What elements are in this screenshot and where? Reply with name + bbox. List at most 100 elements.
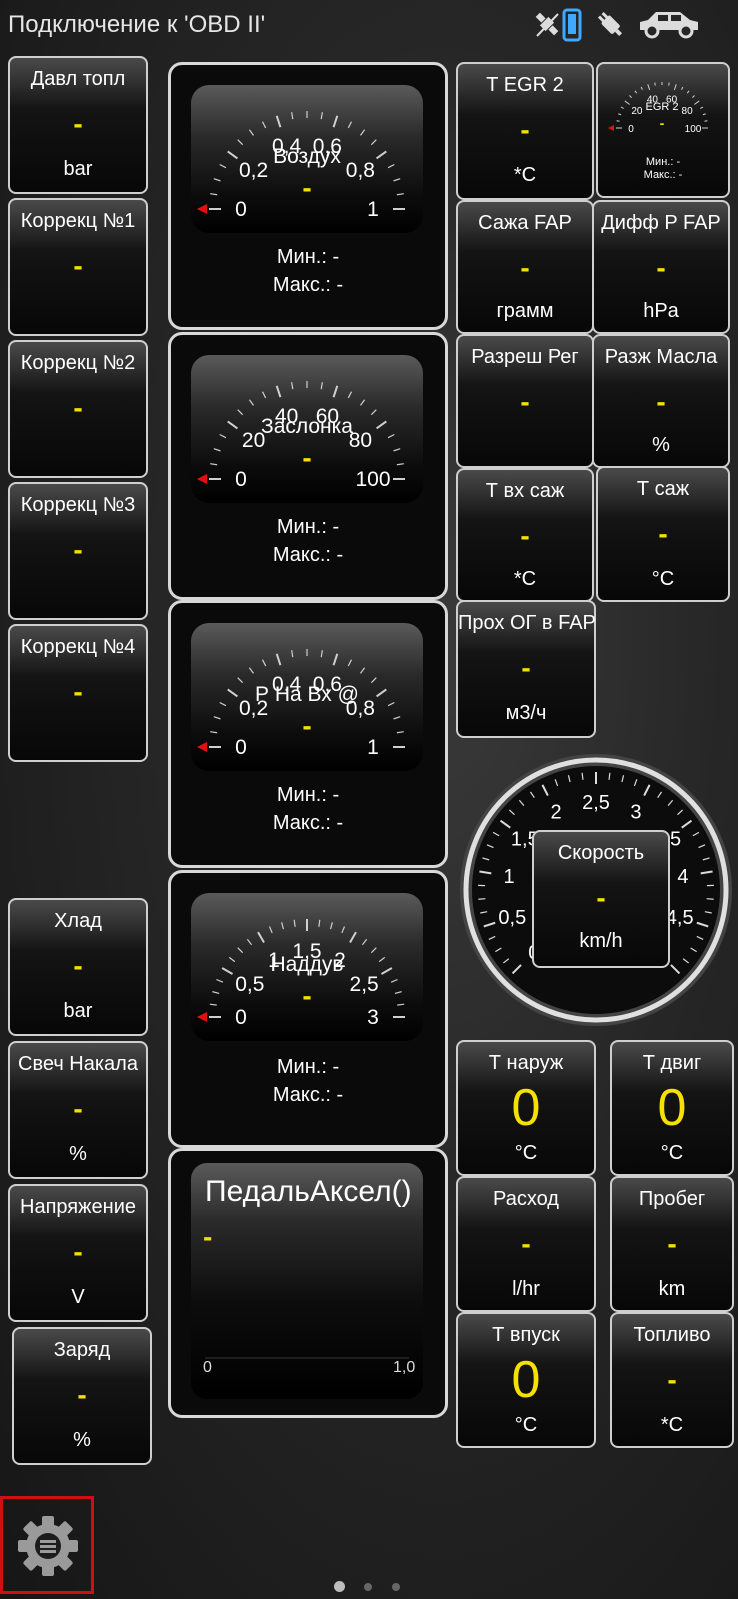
tile-unit: hPa bbox=[643, 300, 679, 322]
speed-dial-tick-label: 1 bbox=[504, 866, 515, 888]
tile-oil-dilution[interactable]: Разж Масла - % bbox=[592, 334, 730, 468]
gauge-throttle[interactable]: 0 20 40 60 80 100 Заслонка - Мин.: - Макс.: - bbox=[168, 332, 448, 600]
tile-soot-inlet-temp[interactable]: Т вх саж - *C bbox=[456, 468, 594, 602]
tile-value: - bbox=[658, 518, 668, 549]
tile-correction-1[interactable]: Коррекц №1 - bbox=[8, 198, 148, 336]
tile-value: - bbox=[521, 1228, 531, 1259]
tile-fuel[interactable]: Топливо - *C bbox=[610, 1312, 734, 1448]
pedal-bar-gauge[interactable]: ПедальАксел() - 0 1,0 bbox=[168, 1148, 448, 1418]
gauge-major-tick bbox=[275, 385, 282, 398]
gauge-major-tick bbox=[227, 150, 239, 160]
page-indicator-dot[interactable] bbox=[364, 1583, 372, 1591]
gauge-tick-label: 1 bbox=[367, 198, 379, 221]
tile-unit: *C bbox=[513, 164, 537, 186]
tile-glow-plugs[interactable]: Свеч Накала - % bbox=[8, 1041, 148, 1179]
tile-label: Разреш Рег bbox=[471, 346, 579, 368]
gauge-minor-tick bbox=[219, 433, 227, 439]
tile-soot-fap[interactable]: Сажа FAP - грамм bbox=[456, 200, 594, 334]
mini-gauge-egr2[interactable]: 0 20 40 60 80 100 EGR 2- Мин.: - Макс.: - bbox=[596, 62, 730, 198]
tile-label: Т наруж bbox=[488, 1052, 564, 1074]
gauge-minor-tick bbox=[293, 919, 296, 927]
mini-gauge-tick bbox=[681, 86, 684, 90]
gauge-minor-tick bbox=[212, 991, 220, 995]
mini-gauge-max: Макс.: - bbox=[643, 169, 683, 181]
speed-dial-tick-label: 4 bbox=[677, 866, 688, 888]
tile-label: Напряжение bbox=[20, 1196, 136, 1218]
gauge-tick-label: 0 bbox=[235, 468, 247, 491]
tile-label: Т двиг bbox=[642, 1052, 702, 1074]
car-icon bbox=[640, 12, 698, 39]
tile-unit: °C bbox=[660, 1142, 684, 1164]
mini-gauge-tick bbox=[620, 106, 624, 109]
tile-label: Пробег bbox=[638, 1188, 706, 1210]
tile-diff-pressure-fap[interactable]: Дифф P FAP - hPa bbox=[592, 200, 730, 334]
gauge-tick-label: 0,8 bbox=[346, 159, 375, 182]
tile-label: Хлад bbox=[54, 910, 102, 932]
tile-egr2-temp[interactable]: T EGR 2 - *C bbox=[456, 62, 594, 200]
tile-value: - bbox=[73, 1236, 83, 1267]
gauge-minor-tick bbox=[261, 121, 267, 129]
tile-soot-temp[interactable]: Т саж - °C bbox=[596, 466, 730, 602]
gauge-minor-tick bbox=[396, 463, 404, 466]
gauge-air[interactable]: 0 0,2 0,4 0,6 0,8 1 Воздух - Мин.: - Макс.: - bbox=[168, 62, 448, 330]
tile-engine-temp[interactable]: Т двиг 0 °C bbox=[610, 1040, 734, 1176]
tile-charge[interactable]: Заряд - % bbox=[12, 1327, 152, 1465]
tile-intake-temp[interactable]: Т впуск 0 °C bbox=[456, 1312, 596, 1448]
page-indicator-dot-active[interactable] bbox=[334, 1581, 345, 1592]
tile-correction-3[interactable]: Коррекц №3 - bbox=[8, 482, 148, 620]
tile-unit: bar bbox=[63, 158, 93, 180]
gauge-boost[interactable]: 0 0,5 1 1,5 2 2,5 3 Наддув - Мин.: - Макс.: - bbox=[168, 870, 448, 1148]
gauge-title: Р На Вх @ bbox=[255, 683, 359, 706]
gauge-major-tick bbox=[380, 967, 393, 975]
phone-icon bbox=[562, 8, 582, 42]
gauge-major-tick bbox=[275, 653, 282, 666]
mini-gauge-tick bbox=[702, 113, 706, 116]
speed-gauge[interactable]: 00,511,522,533,544,55 Скорость - km/h bbox=[456, 750, 736, 1030]
tile-mileage[interactable]: Пробег - km bbox=[610, 1176, 734, 1312]
tile-fuel-pressure[interactable]: Давл топл - bar bbox=[8, 56, 148, 194]
mini-gauge-tick bbox=[694, 100, 700, 105]
tile-voltage[interactable]: Напряжение - V bbox=[8, 1184, 148, 1322]
tile-exhaust-flow-fap[interactable]: Прох ОГ в FAP - м3/ч bbox=[456, 600, 596, 738]
tile-label: Расход bbox=[493, 1188, 559, 1210]
settings-button[interactable] bbox=[0, 1496, 94, 1594]
tile-unit: l/hr bbox=[512, 1278, 540, 1300]
tile-unit: bar bbox=[63, 1000, 93, 1022]
mini-gauge-tick bbox=[640, 86, 643, 90]
tile-outside-temp[interactable]: Т наруж 0 °C bbox=[456, 1040, 596, 1176]
tile-coolant[interactable]: Хлад - bar bbox=[8, 898, 148, 1036]
gauge-minor-tick bbox=[216, 978, 224, 983]
tile-correction-4[interactable]: Коррекц №4 - bbox=[8, 624, 148, 762]
gauge-minor-tick bbox=[261, 659, 267, 667]
status-bar: Подключение к 'OBD II' bbox=[0, 0, 738, 50]
tile-consumption[interactable]: Расход - l/hr bbox=[456, 1176, 596, 1312]
mini-gauge-tick bbox=[624, 100, 630, 105]
gauge-intake-pressure[interactable]: 0 0,2 0,4 0,6 0,8 1 Р На Вх @ - Мин.: - Макс.: … bbox=[168, 600, 448, 868]
gauge-value: - bbox=[302, 442, 311, 473]
gauge-minor-tick bbox=[219, 701, 227, 707]
tile-value: - bbox=[73, 676, 83, 707]
page-indicator-dot[interactable] bbox=[392, 1583, 400, 1591]
gauge-minor-tick bbox=[237, 139, 244, 146]
tile-label: Коррекц №1 bbox=[20, 210, 136, 232]
tile-unit: *C bbox=[513, 568, 537, 590]
gauge-min-label: Мин.: - bbox=[276, 784, 340, 806]
tile-regen-allowed[interactable]: Разреш Рег - bbox=[456, 334, 594, 468]
tile-label: Заряд bbox=[53, 1339, 111, 1361]
gauge-minor-tick bbox=[360, 667, 366, 674]
gauge-minor-tick bbox=[320, 112, 323, 120]
gauge-major-tick bbox=[332, 115, 339, 128]
gauge-minor-tick bbox=[248, 667, 254, 674]
speed-dial-tick bbox=[608, 772, 611, 780]
gauge-minor-tick bbox=[329, 922, 333, 930]
tile-unit: % bbox=[73, 1429, 91, 1451]
tile-correction-2[interactable]: Коррекц №2 - bbox=[8, 340, 148, 478]
tile-value: - bbox=[73, 1093, 83, 1124]
gauge-minor-tick bbox=[237, 409, 244, 416]
gauge-major-tick bbox=[332, 385, 339, 398]
tile-unit: *C bbox=[660, 1414, 684, 1436]
gauge-minor-tick bbox=[213, 716, 221, 720]
tile-value: - bbox=[656, 252, 666, 283]
gauge-max-label: Макс.: - bbox=[272, 1084, 344, 1106]
gauge-major-tick bbox=[349, 931, 357, 944]
